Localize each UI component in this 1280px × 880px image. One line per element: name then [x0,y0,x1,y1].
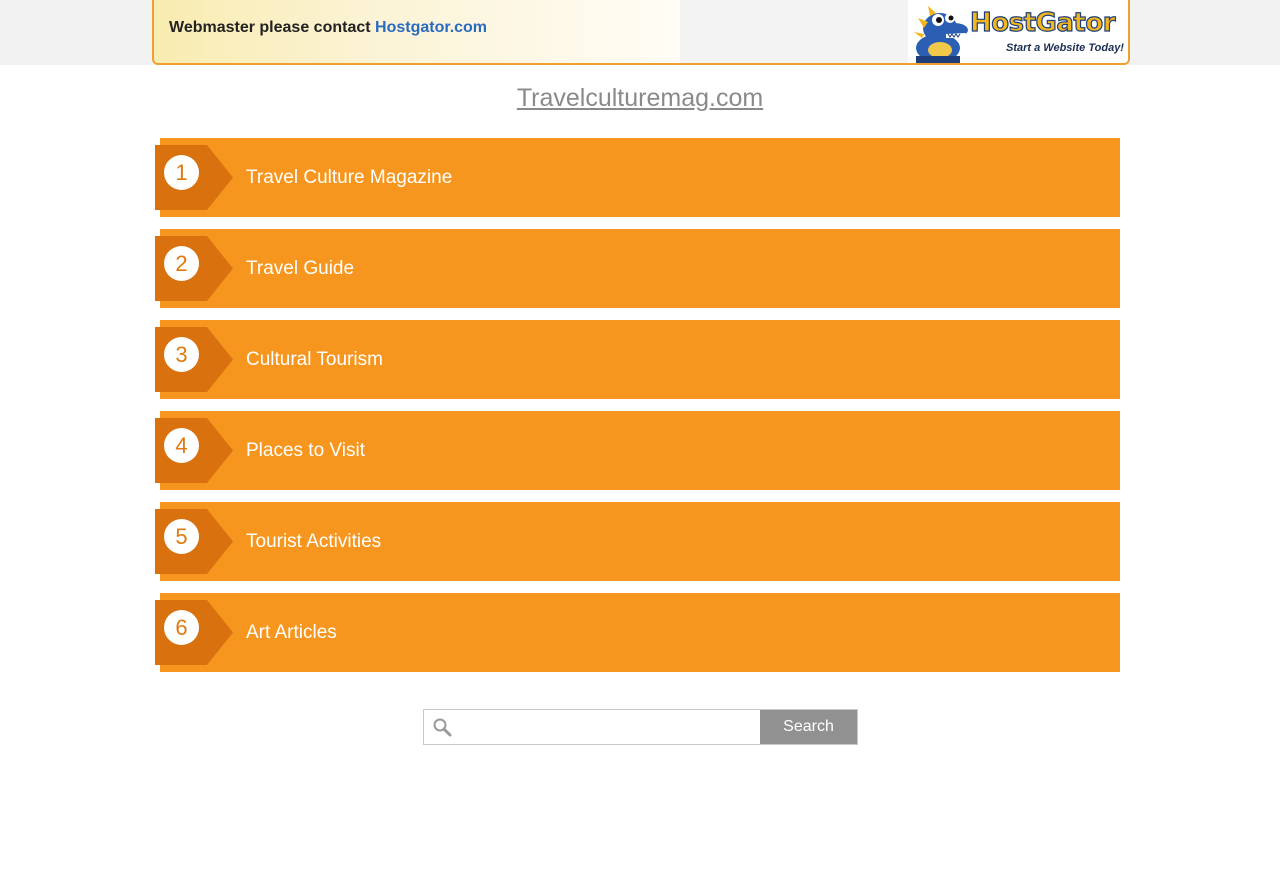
link-label[interactable]: Tourist Activities [246,531,381,553]
link-item-3[interactable]: 3 Cultural Tourism [155,320,1120,399]
search-form: Search [423,709,858,745]
link-item-2[interactable]: 2 Travel Guide [155,229,1120,308]
hostgator-tagline: Start a Website Today! [1006,42,1124,54]
link-label[interactable]: Travel Guide [246,258,354,280]
hostgator-link[interactable]: Hostgator.com [375,19,487,36]
search-icon [433,718,452,737]
link-label[interactable]: Travel Culture Magazine [246,167,452,189]
link-item-1[interactable]: 1 Travel Culture Magazine [155,138,1120,217]
hosting-banner: Webmaster please contact Hostgator.com H… [152,0,1130,65]
link-item-6[interactable]: 6 Art Articles [155,593,1120,672]
link-label[interactable]: Cultural Tourism [246,349,383,371]
link-number: 2 [164,246,199,281]
banner-message: Webmaster please contact Hostgator.com [169,19,487,37]
link-item-4[interactable]: 4 Places to Visit [155,411,1120,490]
related-links-list: 1 Travel Culture Magazine 2 Travel Guide… [155,138,1120,684]
link-label[interactable]: Places to Visit [246,440,365,462]
banner-message-text: Webmaster please contact [169,19,376,36]
link-item-5[interactable]: 5 Tourist Activities [155,502,1120,581]
link-number: 1 [164,155,199,190]
link-number: 6 [164,610,199,645]
link-number: 3 [164,337,199,372]
link-number: 5 [164,519,199,554]
search-input[interactable] [458,711,762,745]
link-number: 4 [164,428,199,463]
link-label[interactable]: Art Articles [246,622,337,644]
domain-title[interactable]: Travelculturemag.com [0,84,1280,113]
hostgator-wordmark: HostGator [969,7,1116,38]
search-button[interactable]: Search [760,710,857,744]
banner-message-area: Webmaster please contact Hostgator.com [154,0,680,63]
hostgator-logo[interactable]: HostGator Start a Website Today! [908,0,1128,63]
